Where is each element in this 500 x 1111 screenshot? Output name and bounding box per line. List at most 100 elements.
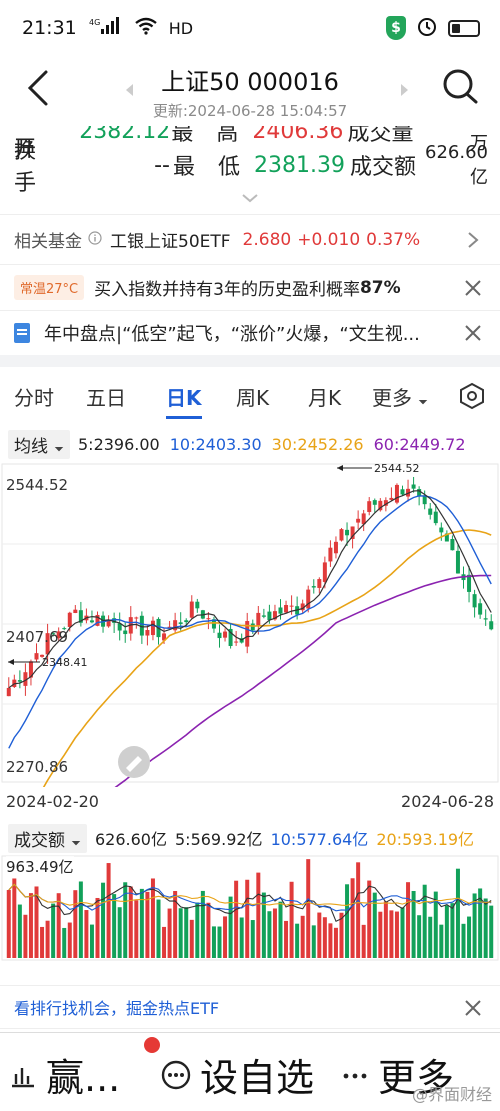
volume-bar [167, 908, 172, 958]
volume-svg [1, 855, 499, 961]
volume-chart[interactable]: 963.49亿 [0, 854, 500, 962]
candle-body [234, 641, 239, 643]
fund-change: +0.010 [297, 229, 361, 250]
tab-more[interactable]: 更多 [372, 382, 428, 411]
candle-body [433, 511, 438, 524]
kline-chart[interactable]: 2544.52 2348.41 2544.52 2407.69 2270.86 [0, 462, 500, 909]
volume-bar [461, 923, 466, 958]
stock-title: 上证50 000016 [161, 68, 339, 96]
candle-body [223, 631, 228, 638]
volume-bar [289, 881, 294, 958]
volume-bar [28, 893, 33, 958]
volume-bar [267, 911, 272, 958]
volume-ma5: 5:569.92亿 [175, 830, 263, 849]
high-label: 最 高 [171, 126, 247, 146]
banner-close-icon[interactable] [462, 997, 484, 1019]
volume-bar [23, 914, 28, 958]
candle-body [467, 574, 472, 592]
bottom-nav-item-win[interactable]: 赢... [8, 1047, 120, 1102]
candle-body [184, 620, 189, 623]
profit-hint-row[interactable]: 常温27°C 买入指数并持有3年的历史盈利概率 87% [0, 264, 500, 310]
battery-icon [448, 19, 480, 37]
volume-bar [417, 915, 422, 958]
settings-hexagon-icon[interactable] [458, 382, 486, 410]
volume-bar [383, 901, 388, 958]
volume-selector[interactable]: 成交额 [8, 823, 87, 853]
etf-banner[interactable]: 看排行找机会，掘金热点ETF [0, 985, 500, 1029]
volume-bar [239, 917, 244, 958]
news-row[interactable]: 年中盘点|“低空”起飞，“涨价”火爆，“文生视... [0, 310, 500, 355]
volume-bar [450, 903, 455, 958]
volume-bar [217, 926, 222, 958]
volume-bar [245, 879, 250, 958]
candle-body [123, 630, 128, 635]
bottom-nav-item-watchlist[interactable]: 设自选 [160, 1047, 314, 1102]
tab-five-day[interactable]: 五日 [86, 382, 126, 411]
volume-bar [394, 911, 399, 958]
chevron-right-icon [468, 231, 479, 248]
volume-bar [195, 902, 200, 958]
svg-text:2348.41: 2348.41 [42, 656, 88, 669]
ma-dropdown-icon [54, 442, 64, 451]
fund-name: 工银上证50ETF [110, 232, 231, 252]
volume-bar [439, 924, 444, 958]
more-dots-icon [343, 1073, 367, 1078]
volume-bar [67, 922, 72, 958]
news-text: 年中盘点|“低空”起飞，“涨价”火爆，“文生视... [44, 324, 420, 345]
volume-label: 成交量 [347, 126, 414, 146]
notification-dot [144, 1037, 160, 1053]
volume-bar [162, 926, 167, 958]
tab-daily-k[interactable]: 日K [166, 382, 202, 411]
expand-chevron-icon[interactable] [240, 192, 260, 204]
volume-bar [40, 926, 45, 958]
news-close-icon[interactable] [462, 322, 484, 344]
bottom-nav: 赢... 设自选 更多 @界面财经 [0, 1032, 500, 1111]
volume-bar [333, 927, 338, 958]
volume-bar [17, 904, 22, 958]
close-icon[interactable] [462, 277, 484, 299]
volume-bar [128, 886, 133, 958]
status-time: 21:31 [22, 17, 77, 39]
volume-bar [284, 920, 289, 958]
draw-tool-icon[interactable] [118, 746, 150, 778]
volume-bar [223, 916, 228, 958]
date-end: 2024-06-28 [401, 792, 494, 811]
volume-bar [356, 862, 361, 958]
status-left: 21:31 4G HD [22, 17, 193, 40]
search-icon[interactable] [438, 64, 482, 108]
volume-bar [184, 907, 189, 958]
candle-body [189, 601, 194, 618]
volume-bar [311, 925, 316, 958]
volume-bar [250, 920, 255, 958]
candle-body [328, 547, 333, 562]
tab-intraday[interactable]: 分时 [14, 382, 54, 411]
candle-body [134, 617, 139, 619]
candle-body [411, 484, 416, 489]
y-axis-top: 2544.52 [6, 476, 69, 494]
section-divider [0, 355, 500, 367]
wifi-icon [135, 17, 157, 40]
volume-bar [378, 911, 383, 958]
ma30-value: 30:2452.26 [271, 434, 364, 454]
volume-bar [178, 908, 183, 958]
next-stock-icon[interactable] [401, 84, 408, 96]
tab-monthly-k[interactable]: 月K [308, 382, 341, 411]
security-shield-icon: $ [386, 16, 406, 40]
candle-body [489, 621, 494, 630]
candle-body [34, 653, 39, 660]
ma-legend: 均线 5:2396.00 10:2403.30 30:2452.26 60:24… [0, 429, 500, 459]
volume-total: 626.60亿 [95, 830, 167, 849]
related-fund-row[interactable]: 相关基金 工银上证50ETF 2.680 +0.010 0.37% [0, 214, 500, 264]
signal-icon: 4G [89, 17, 123, 39]
status-right: $ [386, 15, 480, 42]
bottom-nav-label-2: 设自选 [200, 1056, 315, 1100]
kline-svg: 2544.52 2348.41 [1, 462, 499, 909]
tab-more-label: 更多 [372, 386, 412, 410]
tab-weekly-k[interactable]: 周K [236, 382, 269, 411]
candle-body [394, 484, 399, 503]
candle-body [195, 601, 200, 609]
candle-body [455, 550, 460, 574]
ma-selector[interactable]: 均线 [8, 429, 70, 459]
volume-bar [317, 912, 322, 958]
volume-bar [78, 881, 83, 958]
